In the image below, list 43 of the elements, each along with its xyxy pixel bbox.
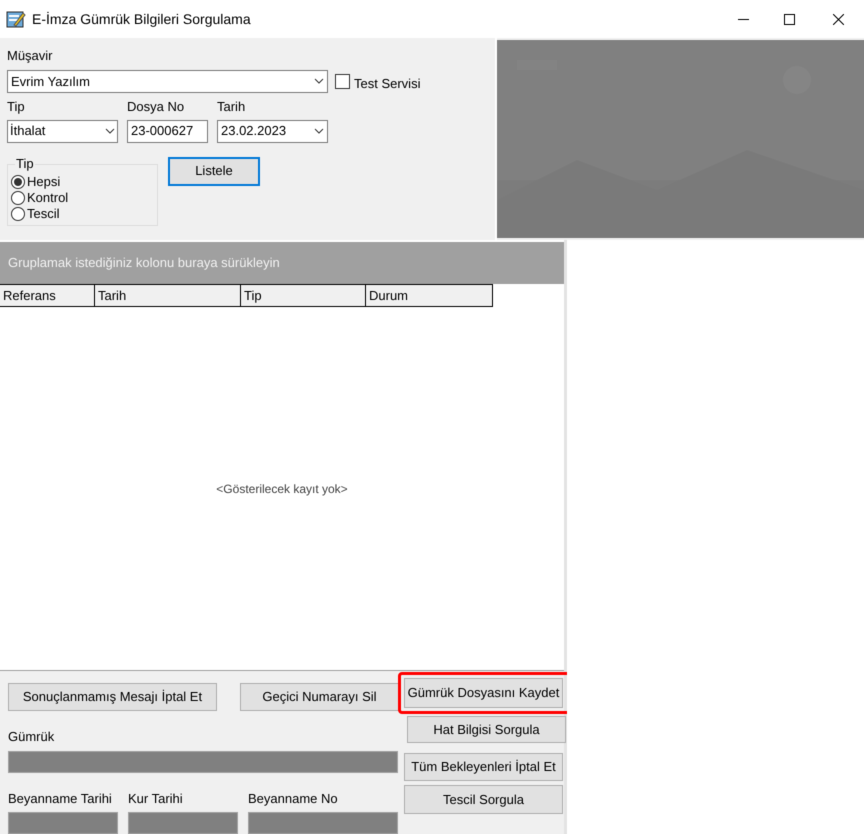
empty-message: <Gösterilecek kayıt yok> bbox=[216, 480, 348, 498]
app-icon bbox=[6, 9, 26, 29]
action-button[interactable]: Gümrük Dosyasını Kaydet bbox=[404, 678, 563, 708]
window-title: E-İmza Gümrük Bilgileri Sorgulama bbox=[32, 10, 251, 29]
group-label: Tip bbox=[15, 156, 35, 172]
field-label: Gümrük bbox=[8, 728, 56, 746]
action-button[interactable]: Hat Bilgisi Sorgula bbox=[407, 716, 566, 743]
maximize-icon bbox=[784, 14, 794, 24]
file-number-field[interactable]: 23-000627 bbox=[127, 120, 208, 142]
action-button[interactable]: Geçici Numarayı Sil bbox=[240, 683, 399, 711]
column-header[interactable]: Tarih bbox=[94, 284, 241, 307]
field-label: Dosya No bbox=[127, 98, 186, 116]
field-label: Tarih bbox=[217, 98, 246, 116]
field-label: Beyanname Tarihi bbox=[8, 790, 113, 808]
readonly-field[interactable] bbox=[248, 812, 398, 834]
readonly-field[interactable] bbox=[8, 750, 398, 772]
group-by-panel: Gruplamak istediğiniz kolonu buraya sürükleyin bbox=[0, 242, 564, 284]
radio-label: Kontrol bbox=[27, 189, 68, 207]
consultant-dropdown[interactable]: Evrim Yazılım bbox=[7, 70, 328, 93]
field-label: Kur Tarihi bbox=[128, 790, 184, 808]
radio-button[interactable] bbox=[11, 190, 25, 204]
action-button[interactable]: Tescil Sorgula bbox=[404, 785, 563, 814]
date-picker[interactable]: 23.02.2023 bbox=[217, 120, 328, 142]
readonly-field[interactable] bbox=[128, 812, 238, 834]
field-label: Beyanname No bbox=[248, 790, 339, 808]
radio-button[interactable] bbox=[11, 174, 25, 188]
radio-label: Tescil bbox=[27, 204, 60, 223]
readonly-field[interactable] bbox=[8, 812, 118, 834]
checkbox-label: Test Servisi bbox=[354, 74, 420, 92]
close-icon bbox=[832, 14, 844, 24]
column-header[interactable]: Referans bbox=[0, 284, 95, 307]
action-button[interactable]: Sonuçlanmamış Mesajı İptal Et bbox=[8, 683, 217, 711]
minimize-icon bbox=[738, 18, 748, 20]
radio-button[interactable] bbox=[11, 206, 25, 220]
test-service-checkbox[interactable] bbox=[335, 74, 350, 89]
field-label: Müşavir bbox=[7, 47, 54, 65]
list-button[interactable]: Listele bbox=[168, 156, 260, 186]
column-header[interactable]: Durum bbox=[365, 284, 493, 307]
action-button[interactable]: Tüm Bekleyenleri İptal Et bbox=[404, 753, 563, 781]
column-header[interactable]: Tip bbox=[240, 284, 366, 307]
type-dropdown[interactable]: İthalat bbox=[7, 120, 118, 142]
radio-label: Hepsi bbox=[27, 172, 60, 191]
field-label: Tip bbox=[7, 98, 26, 116]
